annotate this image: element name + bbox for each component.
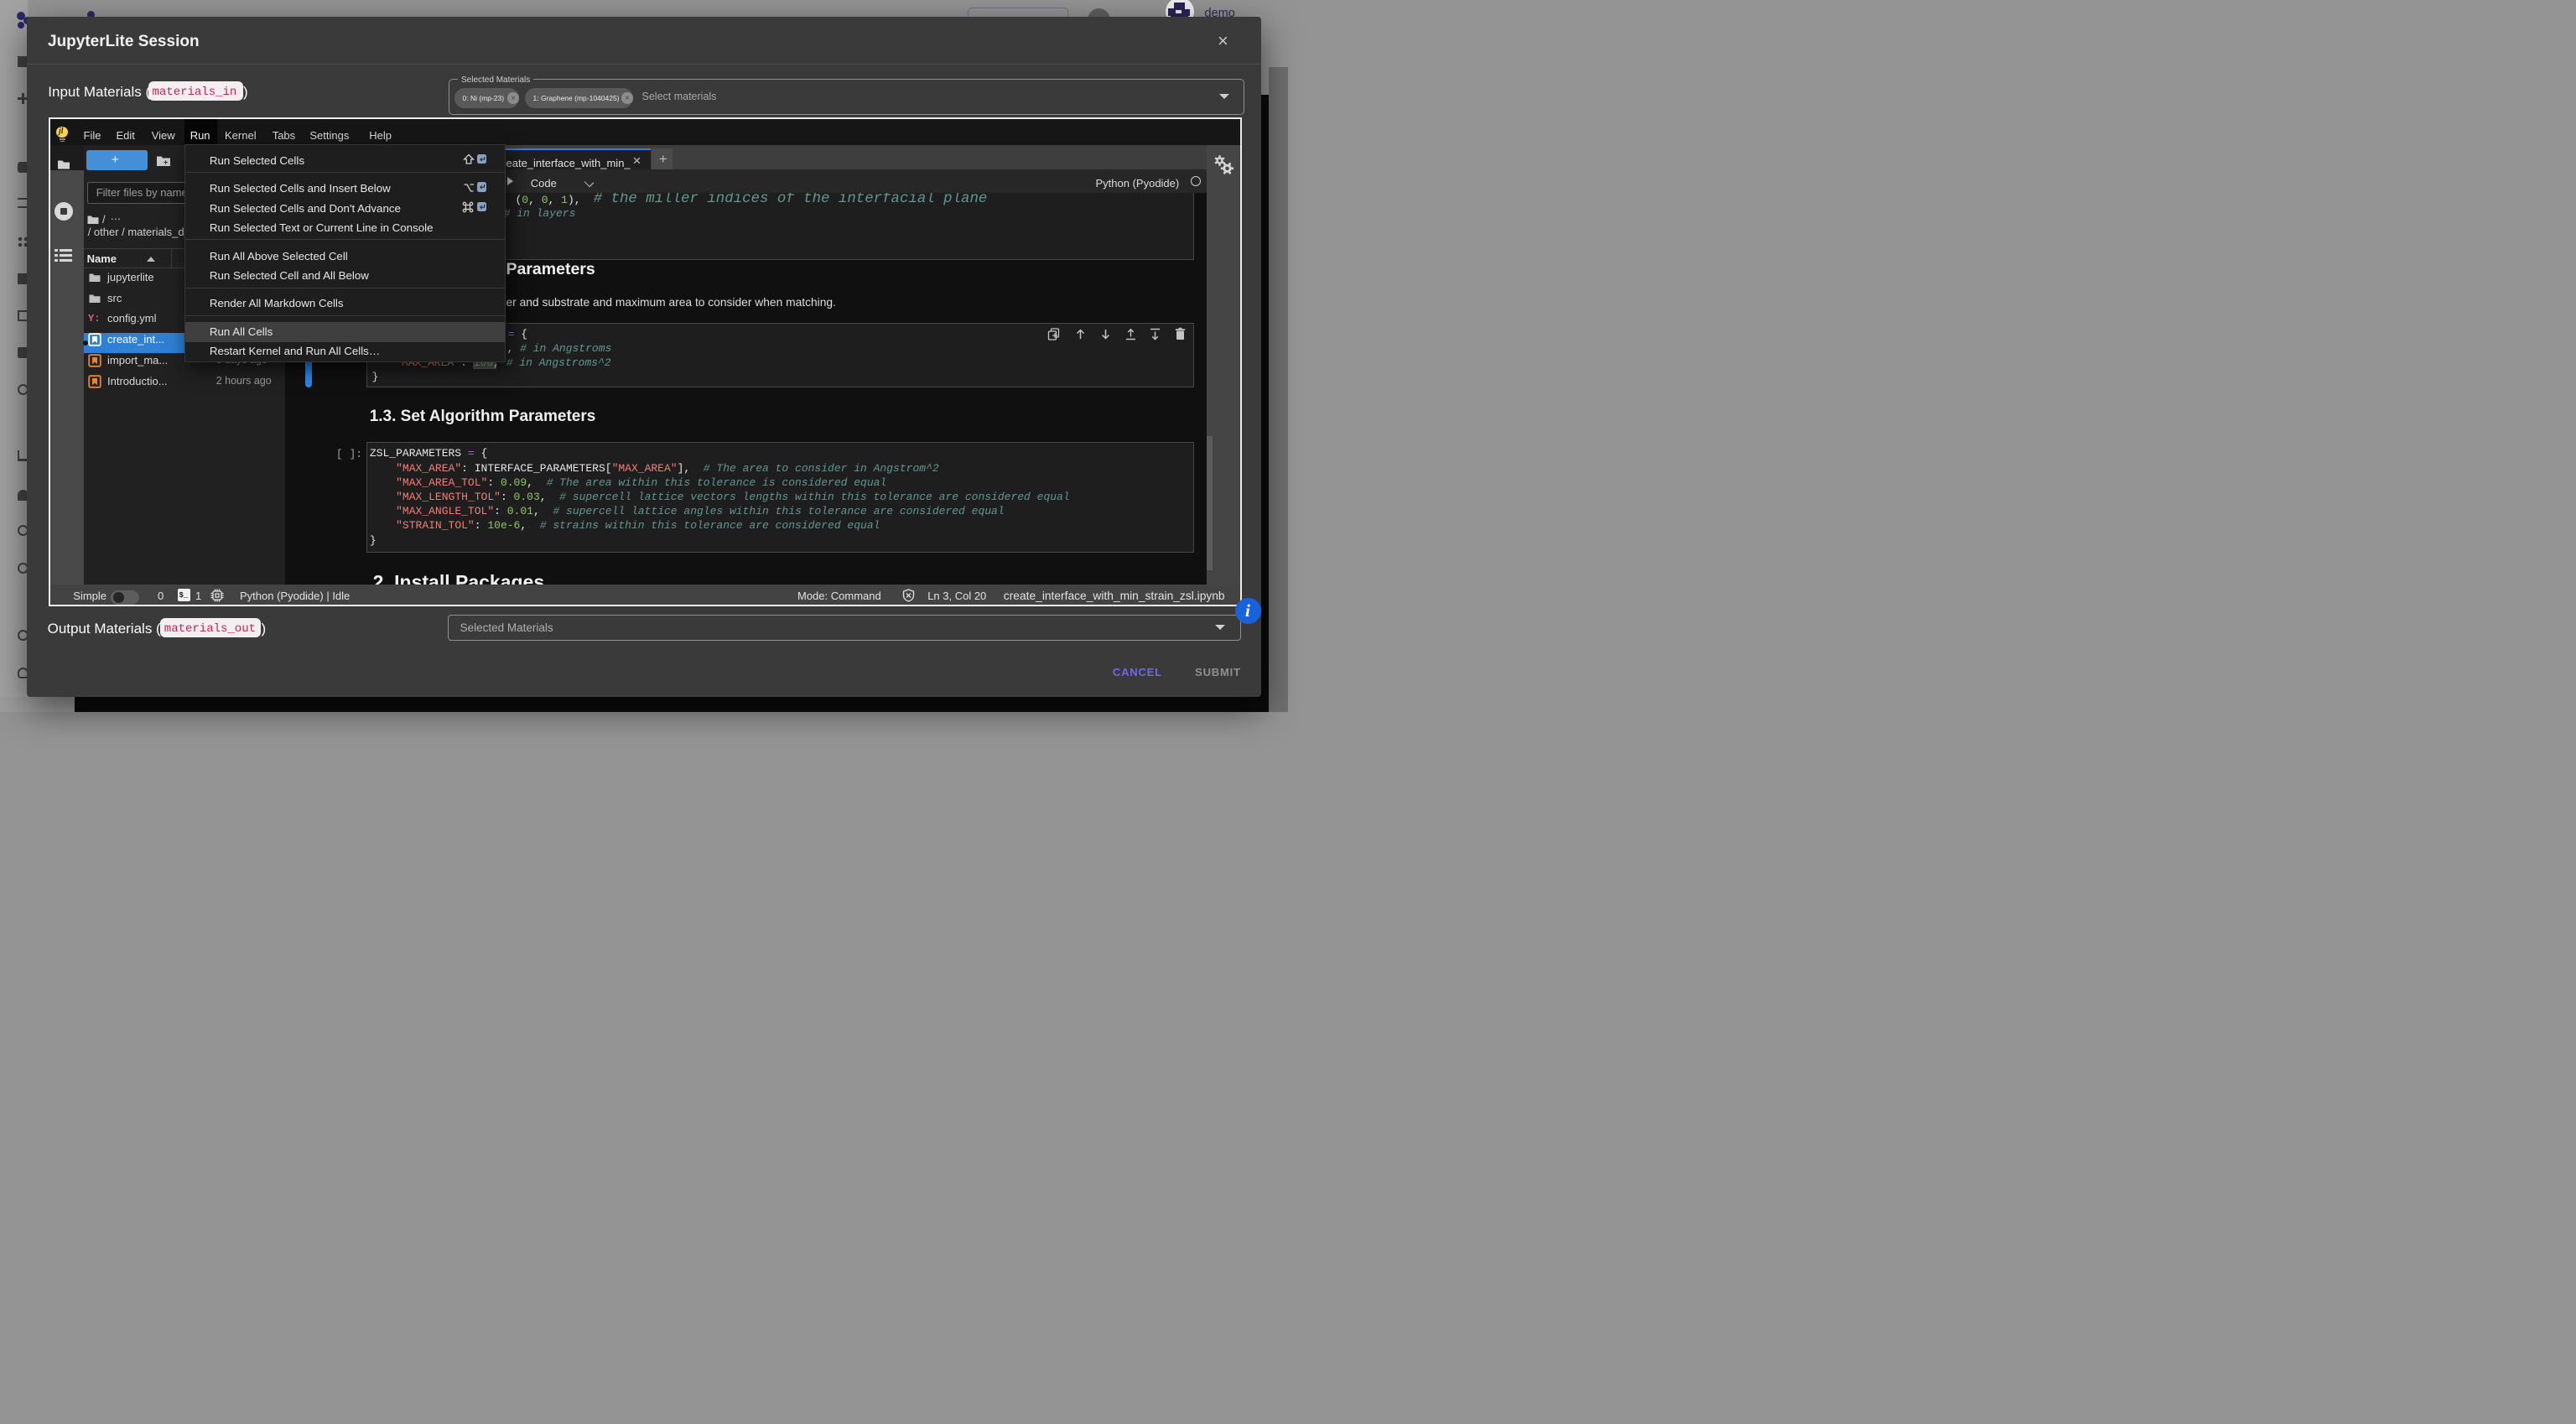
svg-text:+: + [164, 159, 168, 167]
